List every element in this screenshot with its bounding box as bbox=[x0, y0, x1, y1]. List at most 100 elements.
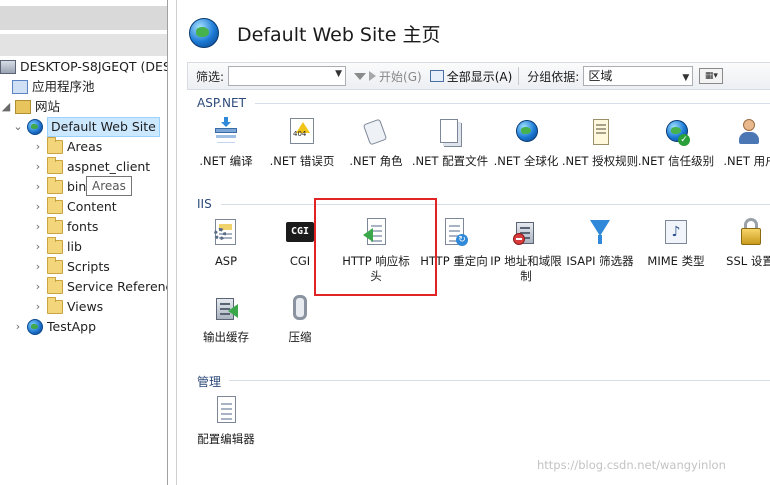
globalization-icon bbox=[510, 116, 542, 148]
chevron-down-icon[interactable]: ▼ bbox=[335, 69, 342, 79]
filter-label: 筛选: bbox=[196, 69, 225, 84]
feature-net-authorization[interactable]: .NET 授权规则 bbox=[561, 116, 639, 169]
feature-label: .NET 错误页 bbox=[269, 154, 335, 168]
feature-label: ASP bbox=[214, 254, 238, 268]
feature-ip-domain-restrictions[interactable]: IP 地址和域限制 bbox=[487, 216, 565, 284]
feature-isapi-filters[interactable]: ISAPI 筛选器 bbox=[561, 216, 639, 269]
tree-node-folder[interactable]: › bin bbox=[32, 177, 86, 197]
funnel-icon bbox=[354, 72, 367, 80]
expand-arrow-icon[interactable]: › bbox=[32, 197, 44, 217]
ip-restriction-icon bbox=[510, 216, 542, 248]
expand-arrow-icon[interactable]: › bbox=[32, 237, 44, 257]
server-icon bbox=[0, 60, 16, 74]
expand-arrow-icon[interactable]: › bbox=[32, 137, 44, 157]
tree-node-folder[interactable]: › Scripts bbox=[32, 257, 110, 277]
users-icon bbox=[734, 116, 766, 148]
section-header-aspnet: ASP.NET bbox=[197, 96, 246, 110]
feature-ssl-settings[interactable]: SSL 设置 bbox=[711, 216, 770, 269]
tree-node-folder[interactable]: › Areas bbox=[32, 137, 102, 157]
folder-icon bbox=[47, 217, 63, 234]
highlight-annotation-box bbox=[314, 198, 437, 296]
show-all-icon bbox=[429, 70, 444, 82]
feature-label: .NET 授权规则 bbox=[561, 154, 639, 168]
mime-type-icon: ♪ bbox=[660, 216, 692, 248]
tree-node-label: Content bbox=[67, 199, 117, 214]
expand-arrow-icon[interactable]: › bbox=[32, 177, 44, 197]
feature-label: .NET 配置文件 bbox=[411, 154, 489, 168]
tree-node-folder[interactable]: › Views bbox=[32, 297, 103, 317]
feature-net-compilation[interactable]: .NET 编译 bbox=[187, 116, 265, 169]
feature-net-error-pages[interactable]: .NET 错误页 bbox=[263, 116, 341, 169]
feature-label: .NET 全球化 bbox=[493, 154, 559, 168]
feature-output-caching[interactable]: 输出缓存 bbox=[187, 292, 265, 345]
expand-arrow-icon[interactable]: › bbox=[32, 297, 44, 317]
section-header-management: 管理 bbox=[197, 375, 222, 389]
compression-icon bbox=[284, 292, 316, 324]
filter-input[interactable]: ▼ bbox=[228, 66, 347, 86]
folder-icon bbox=[47, 237, 63, 254]
expand-arrow-icon[interactable]: › bbox=[32, 157, 44, 177]
tree-node-sites[interactable]: ◢ 网站 bbox=[0, 97, 60, 117]
feature-net-globalization[interactable]: .NET 全球化 bbox=[487, 116, 565, 169]
section-header-iis: IIS bbox=[197, 197, 212, 211]
view-mode-button[interactable]: ▦▾ bbox=[699, 68, 724, 84]
feature-net-users[interactable]: .NET 用户 bbox=[711, 116, 770, 169]
feature-label: .NET 用户 bbox=[723, 154, 770, 168]
tree-node-label: Areas bbox=[67, 139, 103, 154]
expand-arrow-icon[interactable]: › bbox=[12, 317, 24, 337]
feature-net-roles[interactable]: .NET 角色 bbox=[337, 116, 415, 169]
chevron-down-icon[interactable]: ▼ bbox=[682, 69, 689, 87]
collapse-arrow-icon[interactable]: ⌄ bbox=[12, 117, 24, 137]
feature-configuration-editor[interactable]: 配置编辑器 bbox=[187, 394, 265, 447]
globe-icon bbox=[27, 319, 43, 335]
tree-node-label: Default Web Site bbox=[47, 117, 160, 137]
tree-node-label: Views bbox=[67, 299, 104, 314]
tree-node-server[interactable]: DESKTOP-S8JGEQT (DESKT bbox=[0, 57, 167, 77]
feature-asp[interactable]: ASP bbox=[187, 216, 265, 269]
profile-icon bbox=[434, 116, 466, 148]
tree-node-folder[interactable]: › Content bbox=[32, 197, 117, 217]
folder-icon bbox=[47, 157, 63, 174]
feature-label: .NET 编译 bbox=[199, 154, 253, 168]
folder-icon bbox=[47, 277, 63, 294]
tooltip: Areas bbox=[86, 176, 132, 196]
trust-level-icon: ✓ bbox=[660, 116, 692, 148]
tree-node-folder[interactable]: › aspnet_client bbox=[32, 157, 150, 177]
group-by-label: 分组依据: bbox=[527, 69, 580, 84]
section-divider bbox=[229, 380, 770, 381]
feature-net-trust-levels[interactable]: ✓ .NET 信任级别 bbox=[637, 116, 715, 169]
tree-node-folder[interactable]: › lib bbox=[32, 237, 82, 257]
error-page-icon bbox=[286, 116, 318, 148]
folder-icon bbox=[47, 177, 63, 194]
expand-arrow-icon[interactable]: › bbox=[32, 277, 44, 297]
feature-compression[interactable]: 压缩 bbox=[261, 292, 339, 345]
folder-icon bbox=[47, 197, 63, 214]
expand-arrow-icon[interactable]: › bbox=[32, 217, 44, 237]
expand-arrow-icon[interactable]: › bbox=[32, 257, 44, 277]
group-by-select[interactable]: 区域 ▼ bbox=[583, 66, 694, 87]
tree-node-default-site[interactable]: ⌄ Default Web Site bbox=[12, 117, 160, 137]
isapi-filter-icon bbox=[584, 216, 616, 248]
show-all-label: 全部显示(A) bbox=[446, 69, 513, 84]
feature-mime-types[interactable]: ♪ MIME 类型 bbox=[637, 216, 715, 269]
roles-icon bbox=[360, 116, 392, 148]
feature-label: 压缩 bbox=[288, 330, 312, 344]
feature-label: .NET 信任级别 bbox=[637, 154, 715, 168]
collapse-arrow-icon[interactable]: ◢ bbox=[0, 97, 12, 117]
tree-node-label: Scripts bbox=[67, 259, 110, 274]
tree-node-label: fonts bbox=[67, 219, 99, 234]
asp-icon bbox=[210, 216, 242, 248]
group-by-value: 区域 bbox=[588, 69, 613, 83]
start-filter-button[interactable]: 开始(G) bbox=[354, 68, 422, 85]
tree-node-test-app[interactable]: › TestApp bbox=[12, 317, 96, 337]
feature-net-profile[interactable]: .NET 配置文件 bbox=[411, 116, 489, 169]
show-all-button[interactable]: 全部显示(A) bbox=[429, 68, 513, 85]
tree-node-label: 应用程序池 bbox=[32, 79, 95, 94]
tree-node-folder[interactable]: › fonts bbox=[32, 217, 98, 237]
tree-node-folder[interactable]: › Service Reference bbox=[32, 277, 167, 297]
output-cache-icon bbox=[210, 292, 242, 324]
features-view: Default Web Site 主页 筛选: ▼ 开始(G) 全部显示(A) … bbox=[176, 0, 770, 485]
tree-node-app-pools[interactable]: 应用程序池 bbox=[12, 77, 95, 97]
authorization-icon bbox=[584, 116, 616, 148]
folder-icon bbox=[47, 137, 63, 154]
